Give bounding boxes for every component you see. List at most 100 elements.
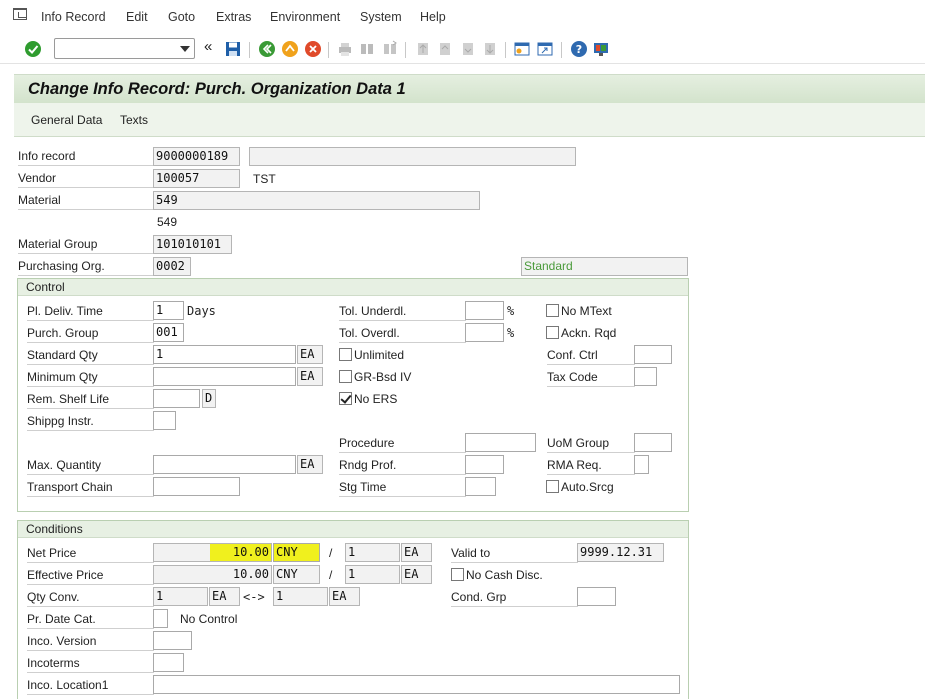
menu-bar: Info Record Edit Goto Extras Environment… [0,0,925,34]
cond-grp-label: Cond. Grp [451,589,578,607]
menu-extras[interactable]: Extras [216,10,251,24]
rem-shelf-life-label: Rem. Shelf Life [27,391,154,409]
unlimited-checkbox[interactable] [339,348,352,361]
qty-conv-left-field[interactable]: 1 [153,587,208,606]
inco-version-label: Inco. Version [27,633,154,651]
vendor-field[interactable]: 100057 [153,169,240,188]
auto-srcg-checkbox[interactable] [546,480,559,493]
tol-underdl-label: Tol. Underdl. [339,303,466,321]
standard-qty-field[interactable]: 1 [153,345,296,364]
tol-underdl-field[interactable] [465,301,504,320]
pl-deliv-time-field[interactable]: 1 [153,301,184,320]
shortcut-icon[interactable] [536,40,554,58]
menu-info-record[interactable]: Info Record [41,10,106,24]
menu-edit[interactable]: Edit [126,10,148,24]
create-session-icon[interactable] [513,40,531,58]
content-area: Info record 9000000189 Vendor 100057 TST… [14,137,925,699]
print-icon [339,43,351,56]
conditions-group: Conditions Net Price 10.00 CNY / 1 EA Va… [17,520,689,699]
no-cash-disc-checkbox[interactable] [451,568,464,581]
menu-environment[interactable]: Environment [270,10,340,24]
texts-button[interactable]: Texts [120,113,148,127]
pl-deliv-time-label: Pl. Deliv. Time [27,303,154,321]
command-field[interactable] [54,38,195,59]
tol-overdl-field[interactable] [465,323,504,342]
net-price-slash: / [329,546,333,560]
save-icon[interactable] [224,40,242,58]
effective-price-per-field[interactable]: 1 [345,565,400,584]
minimum-qty-label: Minimum Qty [27,369,154,387]
shippg-instr-field[interactable] [153,411,176,430]
effective-price-field[interactable]: 10.00 [153,565,272,584]
rma-req-field[interactable] [634,455,649,474]
no-ers-label: No ERS [354,392,398,406]
exit-icon[interactable] [281,40,299,58]
info-record-label: Info record [18,148,154,166]
uom-group-field[interactable] [634,433,672,452]
conf-ctrl-label: Conf. Ctrl [547,347,635,365]
customize-layout-icon[interactable] [592,40,610,58]
info-record-field[interactable]: 9000000189 [153,147,240,166]
max-quantity-field[interactable] [153,455,296,474]
inco-version-field[interactable] [153,631,192,650]
conditions-group-title: Conditions [18,521,688,538]
material-description: 549 [157,215,178,229]
purch-group-field[interactable]: 001 [153,323,184,342]
menu-system-icon[interactable] [13,8,27,20]
cond-grp-field[interactable] [577,587,616,606]
qty-conv-right-field[interactable]: 1 [273,587,328,606]
max-quantity-label: Max. Quantity [27,457,154,475]
net-price-per-field[interactable]: 1 [345,543,400,562]
toolbar-separator [328,42,329,58]
stg-time-field[interactable] [465,477,496,496]
ackn-rqd-checkbox[interactable] [546,326,559,339]
purchasing-org-field[interactable]: 0002 [153,257,191,276]
find-icon [361,44,373,54]
inco-location1-label: Inco. Location1 [27,677,154,695]
procedure-label: Procedure [339,435,466,453]
tol-underdl-percent: % [507,304,515,318]
menu-help[interactable]: Help [420,10,446,24]
menu-goto[interactable]: Goto [168,10,195,24]
tax-code-field[interactable] [634,367,657,386]
back-icon[interactable] [258,40,276,58]
standard-qty-label: Standard Qty [27,347,154,365]
effective-price-slash: / [329,568,333,582]
pr-date-cat-field[interactable] [153,609,168,628]
title-bar: Change Info Record: Purch. Organization … [14,74,925,103]
no-mtext-checkbox[interactable] [546,304,559,317]
vendor-name: TST [253,172,276,186]
collapse-double-chevron-icon[interactable]: « [204,39,212,55]
chevron-down-icon[interactable] [180,46,190,52]
gr-bsd-iv-checkbox[interactable] [339,370,352,383]
ackn-rqd-label: Ackn. Rqd [561,326,617,340]
effective-price-label: Effective Price [27,567,154,585]
material-group-label: Material Group [18,236,154,254]
first-page-icon [418,43,428,55]
conf-ctrl-field[interactable] [634,345,672,364]
incoterms-field[interactable] [153,653,184,672]
valid-to-field[interactable]: 9999.12.31 [577,543,664,562]
rndg-prof-field[interactable] [465,455,504,474]
no-control-text: No Control [180,612,238,626]
enter-check-icon[interactable] [24,40,42,58]
no-cash-disc-label: No Cash Disc. [466,568,543,582]
general-data-button[interactable]: General Data [31,113,102,127]
transport-chain-field[interactable] [153,477,240,496]
material-group-field[interactable]: 101010101 [153,235,232,254]
material-field[interactable]: 549 [153,191,480,210]
shippg-instr-label: Shippg Instr. [27,413,154,431]
info-record-description-field[interactable] [249,147,576,166]
next-page-icon [463,43,473,55]
no-ers-checkbox[interactable] [339,392,352,405]
menu-system[interactable]: System [360,10,402,24]
cancel-icon[interactable] [304,40,322,58]
minimum-qty-field[interactable] [153,367,296,386]
net-price-currency[interactable]: CNY [273,543,320,562]
net-price-field[interactable]: 10.00 [153,543,272,562]
max-quantity-unit: EA [297,455,323,474]
inco-location1-field[interactable] [153,675,680,694]
procedure-field[interactable] [465,433,536,452]
help-icon[interactable]: ? [570,40,588,58]
rem-shelf-life-field[interactable] [153,389,200,408]
